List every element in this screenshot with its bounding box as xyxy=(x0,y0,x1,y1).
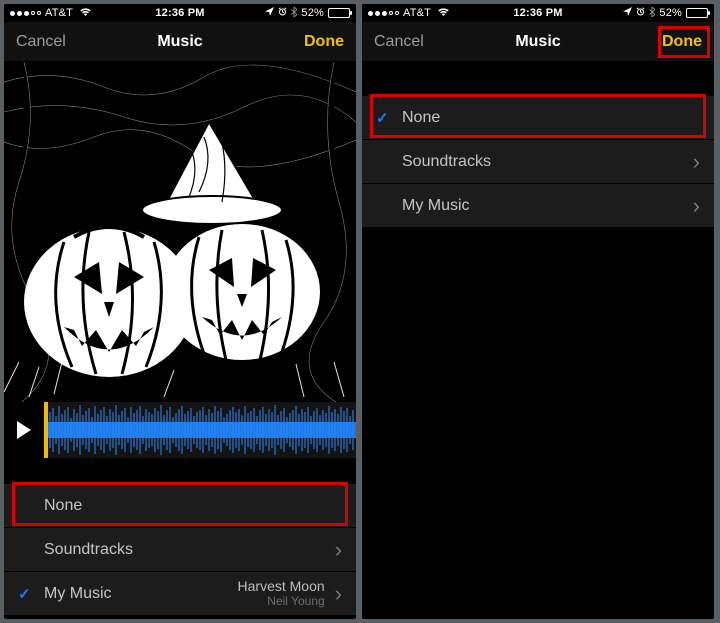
row-label: Soundtracks xyxy=(44,541,335,559)
video-preview xyxy=(4,62,356,402)
chevron-right-icon: › xyxy=(335,581,342,607)
alarm-icon xyxy=(636,7,645,19)
battery-icon xyxy=(328,8,350,18)
status-right: 52% xyxy=(265,7,350,20)
cancel-button[interactable]: Cancel xyxy=(374,33,424,51)
carrier-label: AT&T xyxy=(403,7,431,19)
row-label: My Music xyxy=(44,585,238,603)
done-button[interactable]: Done xyxy=(662,33,702,51)
row-none[interactable]: ✓ None xyxy=(4,484,356,528)
nav-bar: Cancel Music Done xyxy=(4,22,356,62)
checkmark-icon: ✓ xyxy=(18,585,36,603)
row-label: My Music xyxy=(402,197,693,215)
chevron-right-icon: › xyxy=(335,537,342,563)
bluetooth-icon xyxy=(649,7,655,20)
location-icon xyxy=(623,7,632,19)
row-label: None xyxy=(44,497,342,515)
phone-left: AT&T 12:36 PM 52% Cancel Music Done xyxy=(4,4,356,619)
row-label: None xyxy=(402,109,700,127)
status-bar: AT&T 12:36 PM 52% xyxy=(4,4,356,22)
spacer xyxy=(4,458,356,484)
done-button[interactable]: Done xyxy=(304,33,344,51)
wifi-icon xyxy=(437,7,450,20)
row-my-music[interactable]: ✓ My Music Harvest Moon Neil Young › xyxy=(4,572,356,616)
audio-waveform[interactable] xyxy=(48,402,356,458)
cancel-button[interactable]: Cancel xyxy=(16,33,66,51)
row-label: Soundtracks xyxy=(402,153,693,171)
battery-pct: 52% xyxy=(301,7,324,19)
bluetooth-icon xyxy=(291,7,297,20)
chevron-right-icon: › xyxy=(693,193,700,219)
play-button[interactable] xyxy=(4,402,44,458)
music-source-list: ✓ None ✓ Soundtracks › ✓ My Music Harves… xyxy=(4,484,356,619)
chevron-right-icon: › xyxy=(693,149,700,175)
status-bar: AT&T 12:36 PM 52% xyxy=(362,4,714,22)
signal-dots-icon xyxy=(368,11,399,16)
row-soundtracks[interactable]: ✓ Soundtracks › xyxy=(4,528,356,572)
row-subtitle: Harvest Moon Neil Young xyxy=(238,579,325,608)
battery-icon xyxy=(686,8,708,18)
location-icon xyxy=(265,7,274,19)
play-icon xyxy=(17,421,31,439)
track-artist: Neil Young xyxy=(238,595,325,608)
row-my-music[interactable]: ✓ My Music › xyxy=(362,184,714,228)
music-source-list: ✓ None ✓ Soundtracks › ✓ My Music › xyxy=(362,96,714,619)
row-none[interactable]: ✓ None xyxy=(362,96,714,140)
audio-timeline xyxy=(4,402,356,458)
nav-bar: Cancel Music Done xyxy=(362,22,714,62)
checkmark-icon: ✓ xyxy=(376,109,394,127)
row-soundtracks[interactable]: ✓ Soundtracks › xyxy=(362,140,714,184)
signal-dots-icon xyxy=(10,11,41,16)
battery-pct: 52% xyxy=(659,7,682,19)
phone-right: AT&T 12:36 PM 52% Cancel Music Done ✓ No… xyxy=(362,4,714,619)
alarm-icon xyxy=(278,7,287,19)
wifi-icon xyxy=(79,7,92,20)
status-right: 52% xyxy=(623,7,708,20)
status-left: AT&T xyxy=(368,7,450,20)
carrier-label: AT&T xyxy=(45,7,73,19)
status-left: AT&T xyxy=(10,7,92,20)
track-title: Harvest Moon xyxy=(238,579,325,594)
